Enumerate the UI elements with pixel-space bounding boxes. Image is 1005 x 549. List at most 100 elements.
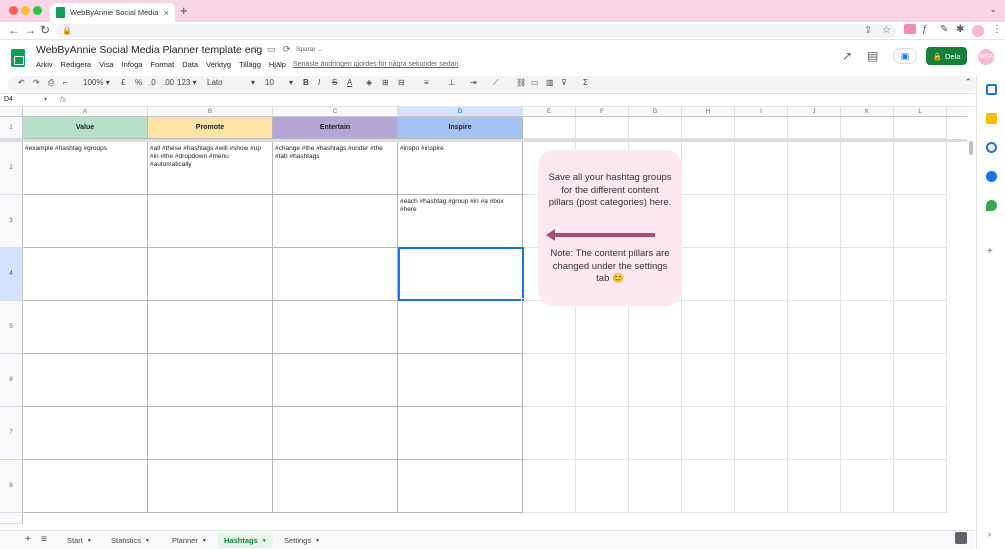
cell-b6[interactable] [148, 354, 273, 407]
cell-g1[interactable] [629, 117, 682, 139]
document-title[interactable]: WebByAnnie Social Media Planner template… [36, 44, 262, 56]
menu-data[interactable]: Data [182, 60, 198, 69]
cell-l6[interactable] [894, 354, 947, 407]
cell-i8[interactable] [735, 460, 788, 513]
cell-g5[interactable] [629, 301, 682, 354]
cell-h7[interactable] [682, 407, 735, 460]
menu-tillagg[interactable]: Tillägg [239, 60, 261, 69]
column-header-i[interactable]: I [735, 107, 788, 117]
menu-verktyg[interactable]: Verktyg [206, 60, 231, 69]
hide-side-panel-chevron-icon[interactable]: › [988, 529, 991, 539]
fill-color-icon[interactable]: ◈ [366, 78, 372, 87]
cell-l4[interactable] [894, 248, 947, 301]
cell-a6[interactable] [23, 354, 148, 407]
cell-c5[interactable] [273, 301, 398, 354]
cell-d4[interactable] [398, 248, 523, 301]
cell-k6[interactable] [841, 354, 894, 407]
reload-icon[interactable]: ↻ [40, 23, 50, 37]
cell-l2[interactable] [894, 142, 947, 195]
row-header-4[interactable]: 4 [0, 248, 23, 301]
vertical-align-icon[interactable]: ⊥ [448, 78, 455, 87]
cell-l8[interactable] [894, 460, 947, 513]
currency-button[interactable]: £ [121, 78, 125, 87]
row-header-2[interactable]: 2 [0, 142, 23, 195]
cell-f5[interactable] [576, 301, 629, 354]
cell-c7[interactable] [273, 407, 398, 460]
cell-i1[interactable] [735, 117, 788, 139]
select-all-corner[interactable] [0, 107, 23, 117]
column-header-f[interactable]: F [576, 107, 629, 117]
insert-link-icon[interactable]: ⛓ [516, 78, 526, 87]
cell-j5[interactable] [788, 301, 841, 354]
sheets-logo-icon[interactable] [11, 49, 25, 67]
merge-cells-icon[interactable]: ⊟ [398, 78, 405, 87]
name-box-dropdown-icon[interactable]: ▾ [44, 96, 47, 103]
cell-e5[interactable] [523, 301, 576, 354]
increase-decimal-button[interactable]: .00 [163, 78, 174, 87]
cell-b5[interactable] [148, 301, 273, 354]
column-header-j[interactable]: J [788, 107, 841, 117]
cell-j8[interactable] [788, 460, 841, 513]
cell-a2[interactable]: #example #hashtag #groups [23, 142, 148, 195]
browser-profile-avatar[interactable] [972, 25, 984, 37]
hashtag-instructions-callout[interactable]: Save all your hashtag groups for the dif… [538, 150, 682, 306]
back-arrow-icon[interactable]: ← [8, 23, 20, 37]
column-header-k[interactable]: K [841, 107, 894, 117]
cell-h5[interactable] [682, 301, 735, 354]
share-button[interactable]: 🔒 Dela [926, 47, 967, 65]
font-extension-icon[interactable]: ƒ [922, 24, 928, 35]
menu-redigera[interactable]: Redigera [61, 60, 91, 69]
cell-d5[interactable] [398, 301, 523, 354]
collapse-menu-icon[interactable]: ⌃ [964, 77, 972, 88]
cell-l5[interactable] [894, 301, 947, 354]
insert-comment-icon[interactable]: ▭ [531, 78, 539, 87]
column-header-g[interactable]: G [629, 107, 682, 117]
cell-f1[interactable] [576, 117, 629, 139]
horizontal-align-icon[interactable]: ≡ [424, 78, 429, 87]
share-page-icon[interactable]: ⇪ [864, 25, 872, 36]
row-header-7[interactable]: 7 [0, 407, 23, 460]
bookmark-star-icon[interactable]: ☆ [882, 25, 891, 36]
cell-k2[interactable] [841, 142, 894, 195]
cell-e7[interactable] [523, 407, 576, 460]
cell-i7[interactable] [735, 407, 788, 460]
cell-e6[interactable] [523, 354, 576, 407]
number-format-select[interactable]: 123 ▾ [177, 78, 197, 87]
cell-d7[interactable] [398, 407, 523, 460]
cell-i4[interactable] [735, 248, 788, 301]
forward-arrow-icon[interactable]: → [24, 23, 36, 37]
cell-e1[interactable] [523, 117, 576, 139]
cell-f8[interactable] [576, 460, 629, 513]
cell-d2[interactable]: #inspo #inspire [398, 142, 523, 195]
cell-a4[interactable] [23, 248, 148, 301]
insert-chart-icon[interactable]: ▥ [546, 78, 554, 87]
last-edit-link[interactable]: Senaste ändringen gjordes för några seku… [293, 61, 458, 68]
header-cell-promote[interactable]: Promote [148, 117, 273, 139]
star-icon[interactable]: ☆ [252, 44, 260, 55]
url-field[interactable]: 🔒 ⇪ ☆ [56, 24, 896, 38]
menu-infoga[interactable]: Infoga [122, 60, 143, 69]
sheet-tab-settings[interactable]: Settings ▼ [278, 533, 326, 548]
move-folder-icon[interactable]: ▭ [267, 44, 276, 55]
font-size-select[interactable]: 10 ▾ [265, 78, 293, 87]
cell-b2[interactable]: #all #these #hashtags #will #show #up #i… [148, 142, 273, 195]
cell-g6[interactable] [629, 354, 682, 407]
cell-c6[interactable] [273, 354, 398, 407]
puzzle-extensions-icon[interactable]: ✱ [956, 24, 964, 35]
row-header-3[interactable]: 3 [0, 195, 23, 248]
row-header-6[interactable]: 6 [0, 354, 23, 407]
cell-b3[interactable] [148, 195, 273, 248]
close-tab-icon[interactable]: × [164, 8, 169, 18]
cell-i5[interactable] [735, 301, 788, 354]
minimize-window-icon[interactable] [21, 6, 30, 15]
cell-f7[interactable] [576, 407, 629, 460]
cell-k4[interactable] [841, 248, 894, 301]
tasks-icon[interactable] [986, 142, 997, 153]
cell-e8[interactable] [523, 460, 576, 513]
cell-b4[interactable] [148, 248, 273, 301]
row-header-1[interactable]: 1 [0, 117, 23, 139]
column-header-d[interactable]: D [398, 107, 523, 117]
cell-i3[interactable] [735, 195, 788, 248]
header-cell-entertain[interactable]: Entertain [273, 117, 398, 139]
menu-visa[interactable]: Visa [99, 60, 113, 69]
